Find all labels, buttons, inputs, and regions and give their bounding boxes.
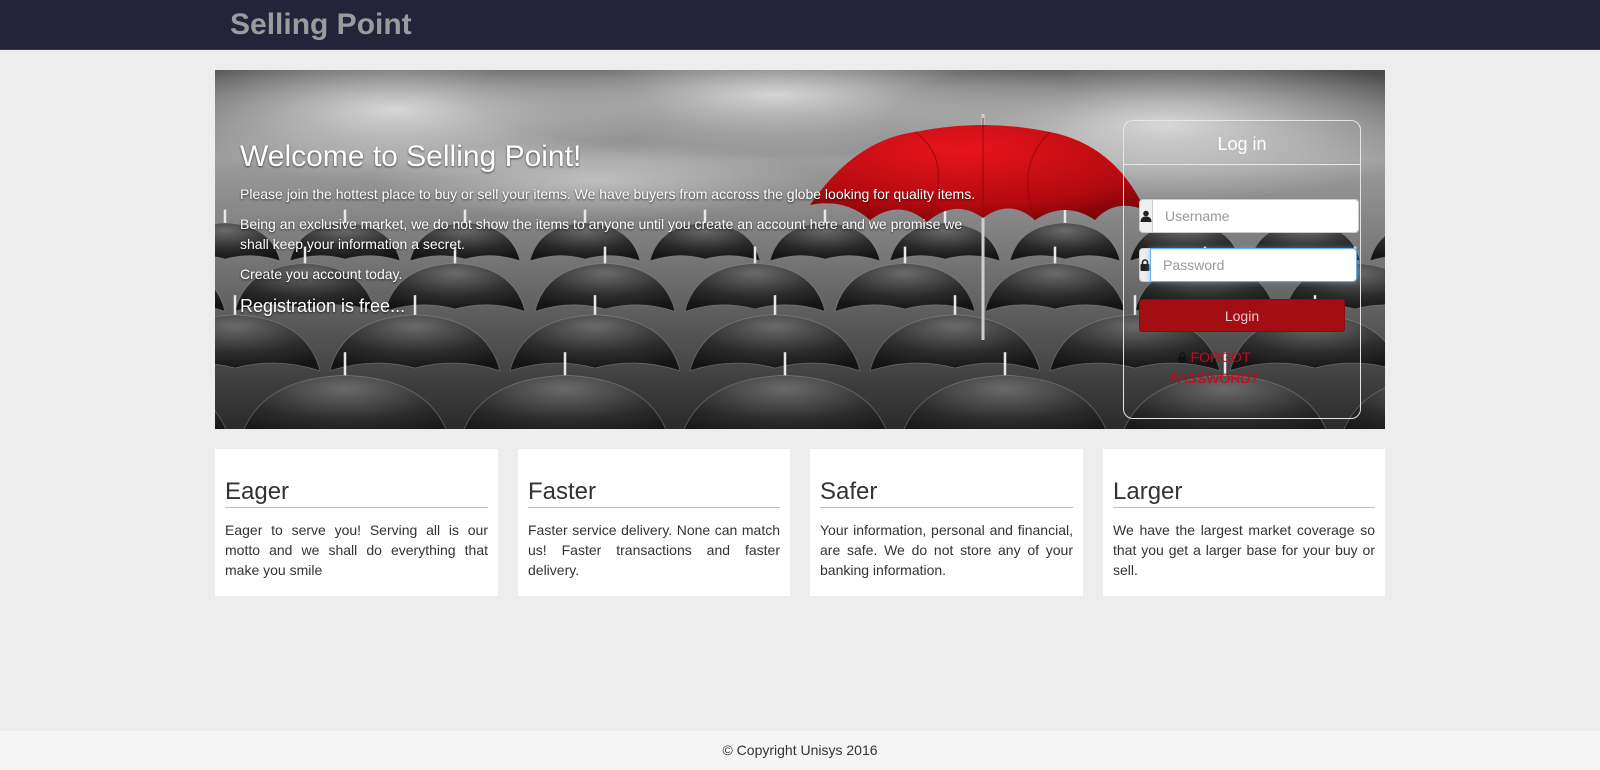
password-input[interactable] bbox=[1150, 248, 1357, 282]
brand-link[interactable]: Selling Point bbox=[230, 8, 412, 42]
login-panel: Log in Login FORGOT PASSWORD? bbox=[1123, 120, 1361, 419]
feature-card: Safer Your information, personal and fin… bbox=[810, 449, 1083, 596]
lock-icon bbox=[1177, 348, 1187, 368]
username-group bbox=[1139, 199, 1359, 233]
hero-lead: Registration is free... bbox=[240, 296, 406, 316]
feature-card: Eager Eager to serve you! Serving all is… bbox=[215, 449, 498, 596]
username-input[interactable] bbox=[1152, 199, 1359, 233]
login-title: Log in bbox=[1124, 121, 1360, 165]
forgot-password-link[interactable]: FORGOT PASSWORD? bbox=[1159, 347, 1269, 388]
hero-banner: Welcome to Selling Point! Please join th… bbox=[215, 70, 1385, 429]
top-navbar: Selling Point bbox=[0, 0, 1600, 50]
password-group bbox=[1139, 248, 1357, 282]
feature-card: Larger We have the largest market covera… bbox=[1103, 449, 1385, 596]
hero-paragraph: Create you account today. bbox=[240, 266, 403, 282]
feature-title: Eager bbox=[225, 479, 488, 508]
feature-text: Eager to serve you! Serving all is our m… bbox=[225, 522, 488, 578]
feature-title: Faster bbox=[528, 479, 780, 508]
feature-title: Larger bbox=[1113, 479, 1375, 508]
hero-paragraph: Please join the hottest place to buy or … bbox=[240, 186, 976, 202]
lock-icon bbox=[1139, 248, 1150, 282]
copyright-text: © Copyright Unisys 2016 bbox=[722, 742, 878, 758]
page-footer: © Copyright Unisys 2016 bbox=[0, 731, 1600, 770]
hero-paragraph: Being an exclusive market, we do not sho… bbox=[240, 216, 963, 252]
hero-text: Welcome to Selling Point! Please join th… bbox=[240, 140, 980, 318]
feature-card: Faster Faster service delivery. None can… bbox=[518, 449, 790, 596]
hero-title: Welcome to Selling Point! bbox=[240, 140, 582, 173]
feature-text: We have the largest market coverage so t… bbox=[1113, 522, 1375, 578]
user-icon bbox=[1139, 199, 1152, 233]
feature-text: Your information, personal and financial… bbox=[820, 522, 1073, 578]
feature-text: Faster service delivery. None can match … bbox=[528, 522, 780, 578]
login-button[interactable]: Login bbox=[1139, 299, 1345, 332]
feature-title: Safer bbox=[820, 479, 1073, 508]
